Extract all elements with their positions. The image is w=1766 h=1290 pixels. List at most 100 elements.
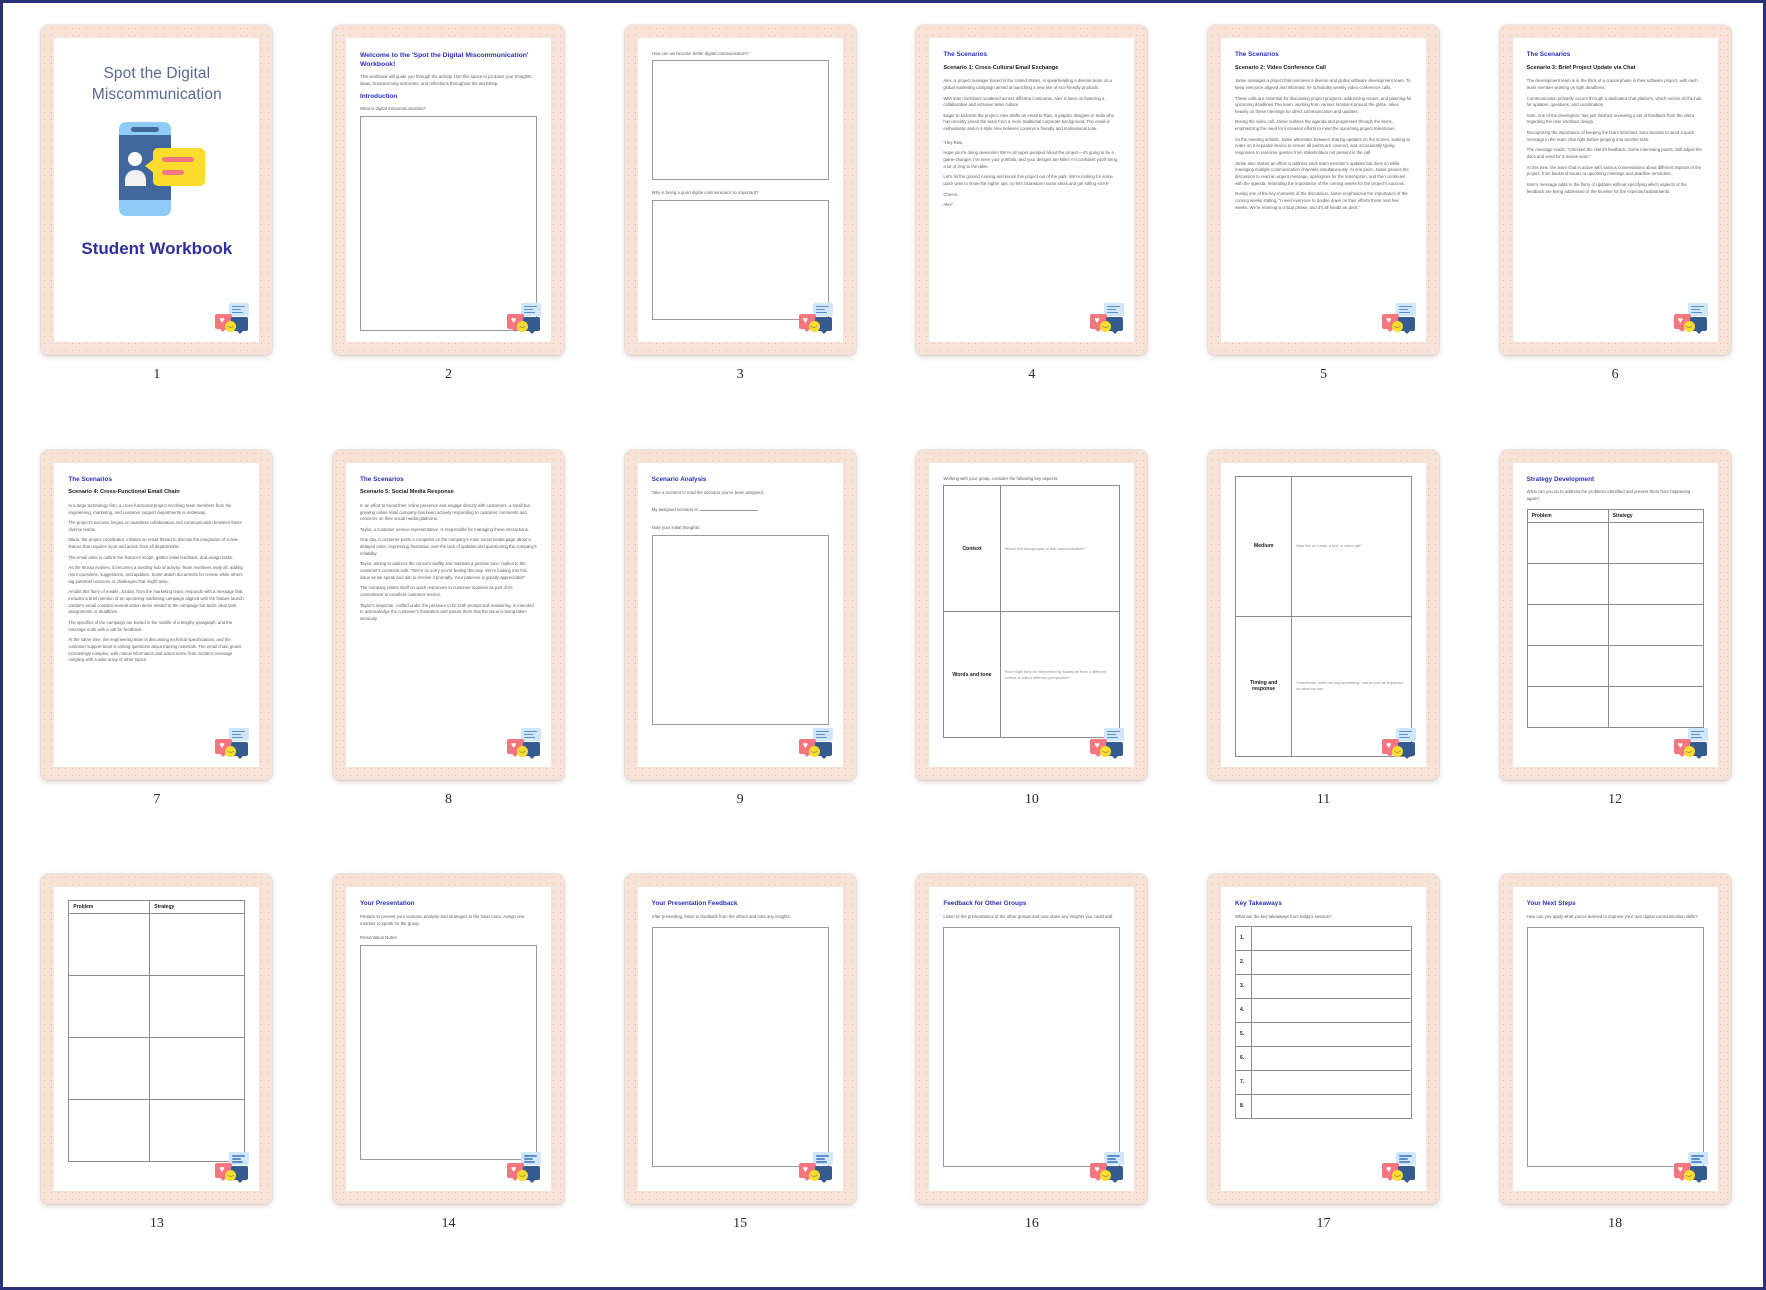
page-number-4: 4	[1028, 367, 1036, 382]
aspects-table: Context What's the background of this co…	[943, 485, 1121, 739]
scenario-paragraph: Recognizing the importance of keeping th…	[1526, 130, 1695, 142]
table-row[interactable]	[68, 975, 246, 1039]
table-row[interactable]: 3.	[1234, 973, 1412, 999]
page-number-5: 5	[1319, 367, 1327, 382]
chat-bubbles-logo-icon	[798, 1152, 833, 1184]
table-row[interactable]: Medium Was this an email, a text, a vide…	[1234, 475, 1412, 617]
presentation-notes-box[interactable]	[359, 944, 537, 1160]
assigned-scenario-label: My assigned scenario is:	[651, 506, 699, 512]
scenario-paragraph: Alex, a project manager based in the Uni…	[943, 78, 1112, 90]
page-number-16: 16	[1024, 1216, 1039, 1232]
page-thumbnail-18[interactable]: Your Next Steps How can you apply what y…	[1499, 874, 1731, 1205]
table-row[interactable]: 6.	[1234, 1045, 1412, 1071]
scenario-paragraph: Sam, one of the developers, has just fin…	[1526, 112, 1694, 125]
table-row[interactable]	[68, 1037, 246, 1101]
takeaway-field[interactable]	[1250, 997, 1412, 1023]
aspect-prompt[interactable]: What's the background of this communicat…	[999, 485, 1121, 613]
table-row[interactable]	[1526, 685, 1704, 728]
presentation-feedback-box[interactable]	[651, 926, 829, 1167]
page-sheet-12: Strategy Development What can you do to …	[1512, 462, 1718, 767]
takeaway-field[interactable]	[1250, 973, 1412, 999]
page-sheet-16: Feedback for Other Groups Listen to the …	[929, 887, 1135, 1192]
chat-bubbles-logo-icon	[506, 727, 541, 759]
page-sheet-3: How can we become better digital communi…	[637, 38, 843, 342]
next-steps-box[interactable]	[1526, 926, 1704, 1167]
takeaway-field[interactable]	[1250, 1093, 1412, 1119]
page-thumbnail-15[interactable]: Your Presentation Feedback After present…	[624, 874, 856, 1205]
page-sheet-18: Your Next Steps How can you apply what y…	[1512, 887, 1718, 1192]
page-cell-16: Feedback for Other Groups Listen to the …	[886, 860, 1178, 1285]
table-row[interactable]	[1526, 521, 1704, 564]
column-header-problem: Problem	[68, 900, 151, 915]
next-steps-heading: Your Next Steps	[1526, 900, 1576, 908]
page-thumbnail-17[interactable]: Key Takeaways What are the key takeaways…	[1207, 874, 1439, 1205]
table-row[interactable]: 1.	[1234, 925, 1412, 951]
key-takeaways-intro: What are the key takeaways from today's …	[1234, 913, 1332, 919]
page-thumbnail-2[interactable]: Welcome to the 'Spot the Digital Miscomm…	[332, 25, 564, 355]
scenario-paragraph: These calls are essential for discussing…	[1234, 95, 1412, 114]
presentation-feedback-intro: After presenting, listen to feedback fro…	[651, 913, 791, 919]
intro-question: What is digital miscommunication?	[359, 106, 426, 112]
takeaway-number: 5.	[1234, 1021, 1252, 1047]
takeaway-field[interactable]	[1250, 949, 1412, 975]
table-row[interactable]	[68, 913, 246, 977]
scenario-subheading: Scenario 2: Video Conference Call	[1234, 64, 1326, 71]
page-sheet-10: Working with your group, consider the fo…	[929, 462, 1135, 767]
table-row[interactable]: Context What's the background of this co…	[943, 485, 1121, 613]
scenario-paragraph: Taylor, a customer service representativ…	[359, 526, 530, 532]
table-row[interactable]: Words and tone How might they be interpr…	[943, 611, 1121, 739]
page-sheet-6: The Scenarios Scenario 3: Brief Project …	[1512, 38, 1718, 342]
question-1-label: How can we become better digital communi…	[651, 51, 749, 56]
page-number-6: 6	[1611, 367, 1619, 382]
page-thumbnail-3[interactable]: How can we become better digital communi…	[624, 25, 856, 355]
takeaway-field[interactable]	[1250, 1021, 1412, 1047]
aspect-prompt[interactable]: How might they be interpreted by someone…	[999, 611, 1121, 739]
question-2-answer-box[interactable]	[651, 199, 829, 320]
page-thumbnail-11[interactable]: Medium Was this an email, a text, a vide…	[1207, 449, 1439, 780]
page-thumbnail-12[interactable]: Strategy Development What can you do to …	[1499, 449, 1731, 780]
table-row[interactable]	[1526, 603, 1704, 646]
assigned-scenario-input[interactable]	[699, 509, 758, 511]
aspect-label: Context	[943, 485, 1001, 613]
aspect-prompt[interactable]: Was this an email, a text, a video call?	[1291, 475, 1412, 617]
page-number-3: 3	[736, 367, 744, 382]
table-row[interactable]	[1526, 562, 1704, 605]
takeaway-field[interactable]	[1250, 925, 1412, 951]
page-number-11: 11	[1316, 791, 1331, 807]
initial-thoughts-box[interactable]	[651, 534, 829, 725]
page-sheet-4: The Scenarios Scenario 1: Cross-Cultural…	[929, 38, 1135, 342]
takeaway-field[interactable]	[1250, 1069, 1412, 1095]
other-groups-feedback-box[interactable]	[943, 926, 1121, 1167]
page-sheet-7: The Scenarios Scenario 4: Cross-Function…	[54, 462, 260, 767]
page-thumbnail-5[interactable]: The Scenarios Scenario 2: Video Conferen…	[1207, 25, 1439, 355]
page-cell-10: Working with your group, consider the fo…	[886, 436, 1178, 861]
table-row[interactable]: 8.	[1234, 1093, 1412, 1119]
takeaway-field[interactable]	[1250, 1045, 1412, 1071]
presentation-feedback-heading: Your Presentation Feedback	[651, 900, 738, 908]
question-1-answer-box[interactable]	[651, 60, 829, 181]
column-header-strategy: Strategy	[149, 900, 246, 915]
page-thumbnail-4[interactable]: The Scenarios Scenario 1: Cross-Cultural…	[916, 25, 1148, 355]
table-row[interactable]: 7.	[1234, 1069, 1412, 1095]
scenario-paragraph: With team members scattered across diffe…	[943, 95, 1105, 108]
table-row[interactable]: 4.	[1234, 997, 1412, 1023]
table-row[interactable]	[1526, 644, 1704, 687]
page-thumbnail-10[interactable]: Working with your group, consider the fo…	[916, 449, 1148, 780]
page-cell-15: Your Presentation Feedback After present…	[594, 860, 886, 1285]
page-thumbnail-16[interactable]: Feedback for Other Groups Listen to the …	[916, 874, 1148, 1205]
page-thumbnail-13[interactable]: Problem Strategy	[41, 874, 273, 1205]
scenario-analysis-heading: Scenario Analysis	[651, 475, 707, 483]
page-thumbnail-6[interactable]: The Scenarios Scenario 3: Brief Project …	[1499, 25, 1731, 355]
page-thumbnail-8[interactable]: The Scenarios Scenario 5: Social Media R…	[332, 449, 564, 780]
scenario-paragraph: One day, a customer posts a complaint on…	[359, 537, 537, 556]
page-number-9: 9	[736, 791, 744, 807]
page-thumbnail-9[interactable]: Scenario Analysis Take a moment to read …	[624, 449, 856, 780]
page-thumbnail-7[interactable]: The Scenarios Scenario 4: Cross-Function…	[41, 449, 273, 780]
table-row[interactable]: 2.	[1234, 949, 1412, 975]
table-row[interactable]: 5.	[1234, 1021, 1412, 1047]
page-number-12: 12	[1608, 791, 1623, 807]
page-thumbnail-14[interactable]: Your Presentation Prepare to present you…	[332, 874, 564, 1205]
page-thumbnail-1[interactable]: Spot the Digital Miscommunication Studen…	[41, 25, 273, 355]
intro-answer-box[interactable]	[359, 115, 537, 331]
takeaway-number: 2.	[1234, 949, 1252, 975]
